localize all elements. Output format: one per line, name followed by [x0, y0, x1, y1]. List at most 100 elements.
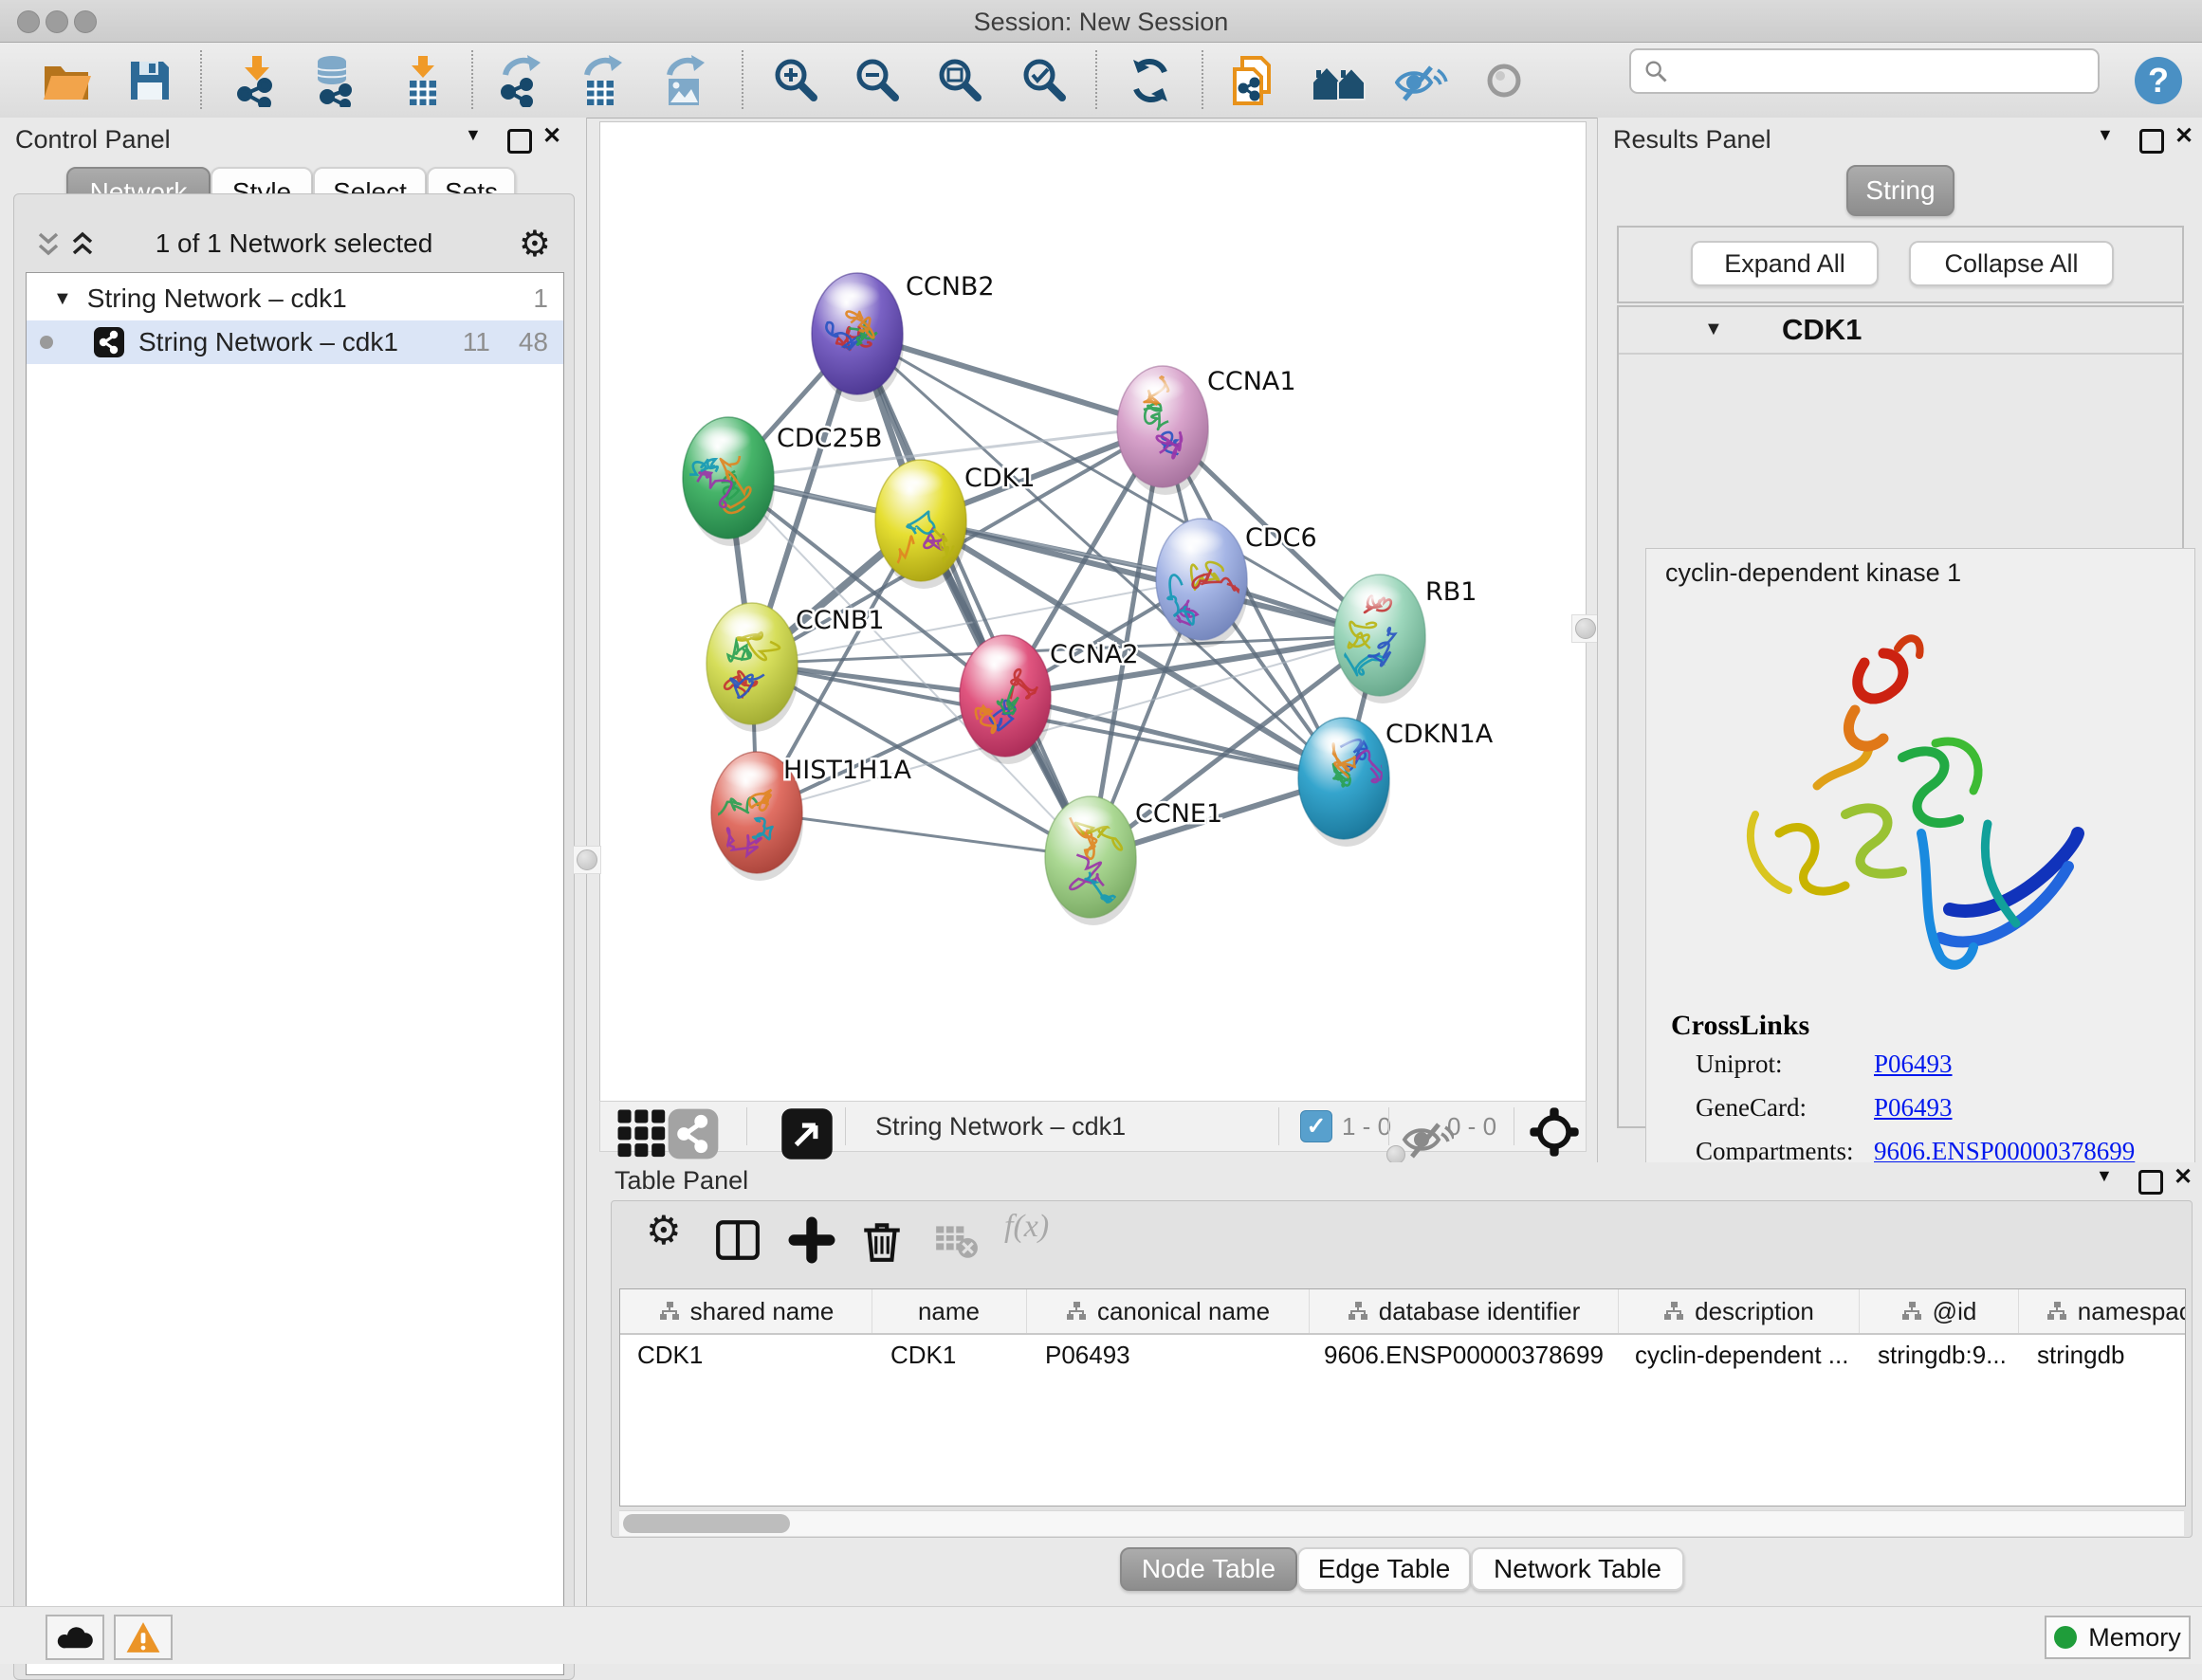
home-networks-icon[interactable]: [1312, 54, 1366, 107]
node-label[interactable]: CDC6: [1245, 523, 1317, 553]
save-session-icon[interactable]: [123, 54, 176, 107]
scrollbar-thumb[interactable]: [623, 1514, 790, 1533]
right-splitter-handle[interactable]: [1571, 614, 1600, 643]
export-image-icon[interactable]: [660, 54, 713, 107]
left-splitter-handle[interactable]: [573, 846, 601, 874]
node-label[interactable]: RB1: [1425, 577, 1477, 607]
column-header[interactable]: namespace: [2018, 1289, 2186, 1333]
network-collection-row[interactable]: ▼ String Network – cdk1 1: [27, 277, 563, 320]
node-label[interactable]: CDK1: [964, 464, 1036, 493]
svg-text:?: ?: [2148, 61, 2169, 100]
table-cell[interactable]: CDK1: [637, 1341, 703, 1370]
table-cell[interactable]: 9606.ENSP00000378699: [1324, 1341, 1604, 1370]
birdseye-view-icon[interactable]: [780, 1107, 818, 1145]
export-table-icon[interactable]: [578, 54, 631, 107]
hidden-items-icon[interactable]: [1401, 1111, 1435, 1145]
warnings-button[interactable]: [114, 1615, 173, 1660]
collapse-panel-icon[interactable]: ▼: [2096, 1166, 2113, 1186]
column-header[interactable]: canonical name: [1026, 1289, 1310, 1333]
toolbar-separator: [1202, 50, 1203, 109]
tab-network-table[interactable]: Network Table: [1471, 1547, 1684, 1591]
network-thumbnail-icon[interactable]: [667, 1107, 705, 1145]
float-panel-icon[interactable]: [507, 129, 532, 154]
current-network-name: String Network – cdk1: [875, 1112, 1126, 1141]
network-column-icon: [1662, 1300, 1685, 1323]
network-row-selected[interactable]: String Network – cdk1 11 48: [27, 320, 563, 364]
collapse-panel-icon[interactable]: ▼: [465, 125, 482, 145]
table-cell[interactable]: stringdb:9...: [1878, 1341, 2007, 1370]
tab-string[interactable]: String: [1846, 165, 1954, 216]
crosslink-label: Uniprot:: [1696, 1050, 1783, 1079]
expand-all-button[interactable]: Expand All: [1691, 241, 1879, 286]
export-network-icon[interactable]: [496, 54, 549, 107]
column-header[interactable]: shared name: [620, 1289, 872, 1333]
column-header[interactable]: name: [872, 1289, 1027, 1333]
node-label[interactable]: CCNE1: [1135, 799, 1222, 829]
memory-status-dot-icon: [2054, 1626, 2077, 1649]
hide-unhide-icon[interactable]: [1395, 54, 1448, 107]
show-columns-icon[interactable]: [714, 1216, 762, 1264]
window-title: Session: New Session: [0, 8, 2202, 37]
column-header[interactable]: description: [1618, 1289, 1860, 1333]
close-panel-icon[interactable]: ✕: [2174, 122, 2193, 150]
search-input[interactable]: [1677, 57, 2098, 86]
help-icon[interactable]: ?: [2132, 54, 2185, 107]
node-table[interactable]: shared name name canonical name database…: [619, 1288, 2186, 1507]
node-label[interactable]: CDC25B: [777, 424, 882, 453]
table-options-gear-icon[interactable]: ⚙: [646, 1207, 682, 1253]
open-session-icon[interactable]: [40, 54, 93, 107]
import-table-icon[interactable]: [396, 54, 450, 107]
function-builder-icon[interactable]: f(x): [1004, 1209, 1049, 1245]
collapse-all-button[interactable]: Collapse All: [1909, 241, 2114, 286]
float-panel-icon[interactable]: [2139, 129, 2164, 154]
delete-column-icon[interactable]: [858, 1216, 906, 1264]
node-label[interactable]: CCNB1: [796, 606, 885, 635]
crosslink-link[interactable]: P06493: [1874, 1093, 1953, 1123]
column-header-label: @id: [1933, 1297, 1977, 1326]
zoom-selected-icon[interactable]: [1018, 54, 1072, 107]
node-label[interactable]: HIST1H1A: [783, 756, 912, 785]
zoom-in-icon[interactable]: [770, 54, 823, 107]
delete-table-icon[interactable]: [932, 1216, 980, 1264]
table-cell[interactable]: CDK1: [890, 1341, 956, 1370]
table-horizontal-scrollbar[interactable]: [619, 1510, 2184, 1536]
column-header[interactable]: @id: [1859, 1289, 2019, 1333]
grid-view-icon[interactable]: [615, 1107, 653, 1145]
zoom-fit-icon[interactable]: [934, 54, 987, 107]
add-column-icon[interactable]: [788, 1216, 835, 1264]
memory-button[interactable]: Memory: [2045, 1616, 2191, 1659]
crosslink-link[interactable]: P06493: [1874, 1050, 1953, 1079]
fit-content-crosshair-icon[interactable]: [1528, 1105, 1571, 1149]
network-canvas[interactable]: CCNB2 CCNA1 CDC25B CDK1 CDC6 RB1 CCNB1 CCNA2 CDK…: [599, 121, 1587, 1102]
table-cell[interactable]: cyclin-dependent ...: [1635, 1341, 1848, 1370]
float-panel-icon[interactable]: [2138, 1170, 2163, 1195]
node-label[interactable]: CCNA2: [1050, 640, 1139, 669]
selected-nodes-checkbox[interactable]: ✓: [1300, 1110, 1332, 1142]
node-label[interactable]: CCNA1: [1207, 367, 1296, 396]
close-panel-icon[interactable]: ✕: [2174, 1163, 2193, 1191]
toolbar-separator: [1095, 50, 1097, 109]
table-cell[interactable]: P06493: [1045, 1341, 1130, 1370]
tab-node-table[interactable]: Node Table: [1120, 1547, 1297, 1591]
refresh-icon[interactable]: [1124, 54, 1177, 107]
zoom-out-icon[interactable]: [852, 54, 905, 107]
tab-node-table-label: Node Table: [1142, 1554, 1275, 1584]
collapse-panel-icon[interactable]: ▼: [2097, 125, 2114, 145]
protein-result-box: ▼ CDK1 cyclin-dependent kinase 1: [1617, 305, 2184, 1128]
show-graphics-icon[interactable]: [1477, 54, 1531, 107]
table-cell[interactable]: stringdb: [2037, 1341, 2125, 1370]
protein-collapse-icon[interactable]: ▼: [1704, 319, 1723, 340]
node-label[interactable]: CCNB2: [906, 272, 995, 301]
column-header[interactable]: database identifier: [1309, 1289, 1619, 1333]
network-options-gear-icon[interactable]: ⚙: [519, 223, 551, 265]
toolbar-separator: [471, 50, 473, 109]
selected-counts: 1 - 0: [1342, 1112, 1391, 1141]
cloud-status-button[interactable]: [46, 1615, 104, 1660]
collection-expand-icon[interactable]: ▼: [53, 288, 72, 310]
import-network-from-database-icon[interactable]: [309, 54, 362, 107]
node-label[interactable]: CDKN1A: [1385, 720, 1494, 749]
copy-network-icon[interactable]: [1227, 54, 1280, 107]
tab-edge-table[interactable]: Edge Table: [1297, 1547, 1471, 1591]
close-panel-icon[interactable]: ✕: [542, 122, 561, 150]
import-network-icon[interactable]: [230, 54, 284, 107]
